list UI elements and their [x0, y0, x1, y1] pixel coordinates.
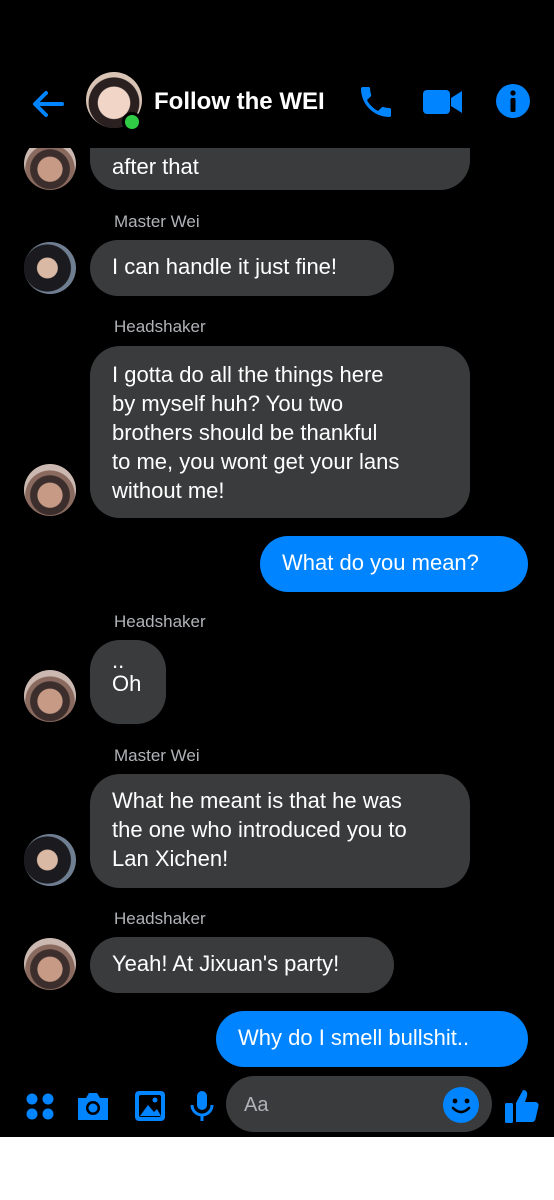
message-bubble[interactable]: I gotta do all the things here by myself… [90, 346, 470, 518]
message-text: after that [112, 154, 199, 179]
back-arrow-icon [33, 91, 64, 117]
avatar[interactable] [24, 938, 76, 990]
avatar[interactable] [24, 834, 76, 886]
voice-button[interactable] [184, 1088, 220, 1124]
message-bubble[interactable]: What do you mean? [260, 536, 528, 592]
avatar[interactable] [24, 242, 76, 294]
avatar[interactable] [24, 464, 76, 516]
sender-name: Headshaker [114, 612, 206, 631]
emoji-icon [443, 1087, 479, 1123]
emoji-button[interactable] [442, 1086, 480, 1124]
image-icon [135, 1091, 165, 1121]
gallery-button[interactable] [132, 1088, 168, 1124]
sender-name: Headshaker [114, 909, 206, 928]
camera-icon [78, 1093, 108, 1120]
message-input-box[interactable] [226, 1076, 492, 1132]
message-line: by myself huh? You two [112, 391, 344, 416]
info-button[interactable] [494, 82, 534, 122]
message-text: Why do I smell bullshit.. [238, 1025, 470, 1050]
message-line: the one who introduced you to [112, 817, 407, 842]
message-line: without me! [112, 478, 225, 503]
chat-title[interactable]: Follow the WEI [154, 88, 325, 116]
message-text: I can handle it just fine! [112, 254, 338, 279]
online-status-dot [122, 112, 142, 132]
message-bubble[interactable]: Why do I smell bullshit.. [216, 1011, 528, 1067]
avatar[interactable] [24, 670, 76, 722]
call-button[interactable] [356, 82, 396, 122]
message-text: What do you mean? [282, 550, 479, 575]
chat-header: Follow the WEI [0, 60, 554, 148]
message-line: What he meant is that he was [112, 788, 402, 813]
phone-icon [361, 87, 391, 117]
message-line: to me, you wont get your lans [112, 449, 400, 474]
video-camera-icon [423, 90, 462, 114]
sender-name: Master Wei [114, 746, 200, 765]
chat-screen: after that Master Wei I can handle it ju… [0, 0, 554, 1137]
message-line: Lan Xichen! [112, 846, 229, 871]
video-call-button[interactable] [420, 82, 462, 122]
message-list[interactable]: after that Master Wei I can handle it ju… [0, 0, 554, 1137]
message-text: Yeah! At Jixuan's party! [112, 951, 340, 976]
info-icon [496, 84, 530, 118]
composer-bar [0, 1072, 554, 1137]
message-bubble[interactable]: What he meant is that he was the one who… [90, 774, 470, 888]
message-line: .. [112, 648, 125, 673]
message-line: Oh [112, 671, 142, 696]
message-bubble[interactable]: Yeah! At Jixuan's party! [90, 937, 394, 993]
sender-name: Master Wei [114, 212, 200, 231]
sender-name: Headshaker [114, 317, 206, 336]
message-line: brothers should be thankful [112, 420, 378, 445]
thumbs-up-icon [505, 1090, 539, 1123]
camera-button[interactable] [74, 1088, 110, 1124]
like-button[interactable] [502, 1086, 542, 1126]
microphone-icon [190, 1091, 214, 1121]
message-line: I gotta do all the things here [112, 362, 384, 387]
apps-button[interactable] [22, 1088, 58, 1124]
message-input[interactable] [242, 1088, 436, 1122]
message-bubble[interactable]: .. Oh [90, 640, 166, 724]
back-button[interactable] [28, 84, 68, 124]
apps-dots-icon [26, 1093, 54, 1120]
message-bubble[interactable]: I can handle it just fine! [90, 240, 394, 296]
